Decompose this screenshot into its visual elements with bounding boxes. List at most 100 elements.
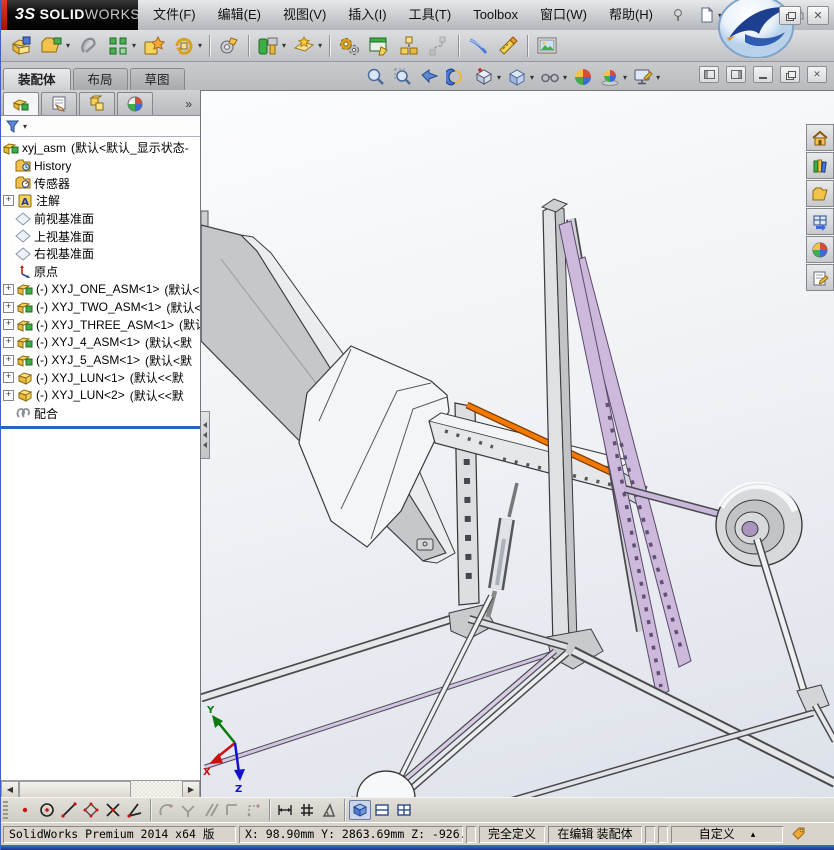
grid-snap-button[interactable] <box>296 800 318 820</box>
scroll-thumb[interactable] <box>19 781 131 798</box>
panel-horizontal-scrollbar[interactable]: ◀ ▶ <box>1 780 200 797</box>
view-settings-caret[interactable]: ▾ <box>656 73 660 82</box>
angle-snap-button[interactable] <box>124 800 146 820</box>
reference-geometry-caret[interactable]: ▾ <box>318 41 322 50</box>
property-manager-tab[interactable] <box>41 92 77 115</box>
configuration-manager-tab[interactable] <box>79 92 115 115</box>
mount-bracket[interactable] <box>417 539 433 550</box>
tree-item-xyj-5-asm[interactable]: + (-) XYJ_5_ASM<1> (默认<默 <box>1 351 200 369</box>
status-custom-dropdown[interactable]: 自定义▴ <box>671 826 783 843</box>
collapse-right-pane-button[interactable] <box>726 66 746 83</box>
quadrant-snap-button[interactable] <box>80 800 102 820</box>
design-library-button[interactable] <box>806 152 834 179</box>
expand-box[interactable]: + <box>3 390 14 401</box>
zoom-area-button[interactable] <box>390 65 416 89</box>
nearest-snap-button[interactable] <box>243 800 265 820</box>
appearances-scenes-button[interactable] <box>806 236 834 263</box>
menu-toolbox[interactable]: Toolbox <box>462 0 529 30</box>
window-restore-button[interactable] <box>779 6 801 25</box>
menu-view[interactable]: 视图(V) <box>272 0 337 30</box>
scroll-right-arrow[interactable]: ▶ <box>182 781 200 798</box>
window-close-button[interactable]: ✕ <box>807 6 829 25</box>
collapse-left-pane-button[interactable] <box>699 66 719 83</box>
menu-tools[interactable]: 工具(T) <box>398 0 463 30</box>
dimension-snap-button[interactable] <box>274 800 296 820</box>
tab-layout[interactable]: 布局 <box>73 68 128 90</box>
tangent-snap-button[interactable] <box>155 800 177 820</box>
tree-item-xyj-one-asm[interactable]: + (-) XYJ_ONE_ASM<1> (默认<默 <box>1 281 200 299</box>
apply-scene-caret[interactable]: ▾ <box>623 73 627 82</box>
angle-grid-button[interactable] <box>318 800 340 820</box>
tree-item-sensors[interactable]: 传感器 <box>1 174 200 192</box>
menu-help[interactable]: 帮助(H) <box>598 0 664 30</box>
featuremanager-tree-tab[interactable] <box>3 92 39 115</box>
doc-restore-button[interactable] <box>780 66 800 83</box>
open-part-button[interactable]: ▾ <box>37 32 73 60</box>
hide-show-items-button[interactable]: ▾ <box>537 65 569 89</box>
corner-snap-button[interactable] <box>221 800 243 820</box>
tree-item-history[interactable]: History <box>1 157 200 175</box>
keel-tube-left[interactable] <box>201 616 461 698</box>
view-settings-button[interactable]: ▾ <box>630 65 662 89</box>
graphics-viewport[interactable]: Y X Z <box>201 90 834 797</box>
pin-menu-icon[interactable] <box>670 7 686 23</box>
display-style-button[interactable]: ▾ <box>504 65 536 89</box>
menu-insert[interactable]: 插入(I) <box>337 0 397 30</box>
wheel-strut[interactable] <box>757 539 805 695</box>
tree-item-right-plane[interactable]: 右视基准面 <box>1 245 200 263</box>
tree-item-xyj-lun-1[interactable]: + (-) XYJ_LUN<1> (默认<<默 <box>1 369 200 387</box>
toolbar-grip[interactable] <box>3 801 8 819</box>
display-style-caret[interactable]: ▾ <box>530 73 534 82</box>
scroll-track[interactable] <box>131 781 182 797</box>
two-view-button[interactable] <box>371 800 393 820</box>
exploded-view-button[interactable] <box>394 32 424 60</box>
zoom-fit-button[interactable] <box>363 65 389 89</box>
strut-tube[interactable] <box>815 705 834 741</box>
tree-item-xyj-lun-2[interactable]: + (-) XYJ_LUN<2> (默认<<默 <box>1 387 200 405</box>
linear-component-pattern-button[interactable]: ▾ <box>103 32 139 60</box>
pattern-caret[interactable]: ▾ <box>132 41 136 50</box>
reference-geometry-button[interactable]: ▾ <box>289 32 325 60</box>
curve-button[interactable] <box>463 32 493 60</box>
previous-view-button[interactable] <box>417 65 443 89</box>
rear-lower-tube[interactable] <box>489 713 813 797</box>
open-part-caret[interactable]: ▾ <box>66 41 70 50</box>
tab-assembly[interactable]: 装配体 <box>3 68 71 90</box>
smart-fasteners-button[interactable] <box>139 32 169 60</box>
menu-file[interactable]: 文件(F) <box>142 0 207 30</box>
tree-item-xyj-three-asm[interactable]: + (-) XYJ_THREE_ASM<1> (默认 <box>1 316 200 334</box>
perpendicular-snap-button[interactable] <box>177 800 199 820</box>
edit-appearance-button[interactable] <box>570 65 596 89</box>
shaded-view-button[interactable] <box>349 800 371 820</box>
menu-window[interactable]: 窗口(W) <box>529 0 598 30</box>
expand-box[interactable]: + <box>3 319 14 330</box>
intersection-snap-button[interactable] <box>102 800 124 820</box>
menu-edit[interactable]: 编辑(E) <box>207 0 272 30</box>
panel-splitter-handle[interactable] <box>201 411 210 459</box>
bill-of-materials-button[interactable] <box>364 32 394 60</box>
panel-tabs-overflow-chevron[interactable]: » <box>185 97 198 115</box>
tree-item-mates[interactable]: 配合 <box>1 404 200 422</box>
expand-box[interactable]: + <box>3 372 14 383</box>
instant-3d-button[interactable] <box>493 32 523 60</box>
mate-button[interactable] <box>73 32 103 60</box>
filter-caret[interactable]: ▾ <box>23 122 27 131</box>
view-orientation-caret[interactable]: ▾ <box>497 73 501 82</box>
tree-item-xyj-two-asm[interactable]: + (-) XYJ_TWO_ASM<1> (默认<默 <box>1 298 200 316</box>
tree-item-front-plane[interactable]: 前视基准面 <box>1 210 200 228</box>
point-snap-button[interactable] <box>14 800 36 820</box>
tab-sketch[interactable]: 草图 <box>130 68 185 90</box>
tree-root[interactable]: xyj_asm (默认<默认_显示状态- <box>1 139 200 157</box>
move-component-button[interactable] <box>214 32 244 60</box>
tag-button[interactable] <box>786 826 812 842</box>
expand-box[interactable]: + <box>3 302 14 313</box>
file-explorer-button[interactable] <box>806 180 834 207</box>
hide-show-caret[interactable]: ▾ <box>563 73 567 82</box>
view-palette-button[interactable] <box>806 208 834 235</box>
tree-filter-bar[interactable]: ▾ <box>1 116 200 137</box>
assembly-features-button[interactable]: ▾ <box>253 32 289 60</box>
display-manager-tab[interactable] <box>117 92 153 115</box>
assembly-features-caret[interactable]: ▾ <box>282 41 286 50</box>
rotate-caret[interactable]: ▾ <box>198 41 202 50</box>
explode-line-sketch-button[interactable] <box>424 32 454 60</box>
